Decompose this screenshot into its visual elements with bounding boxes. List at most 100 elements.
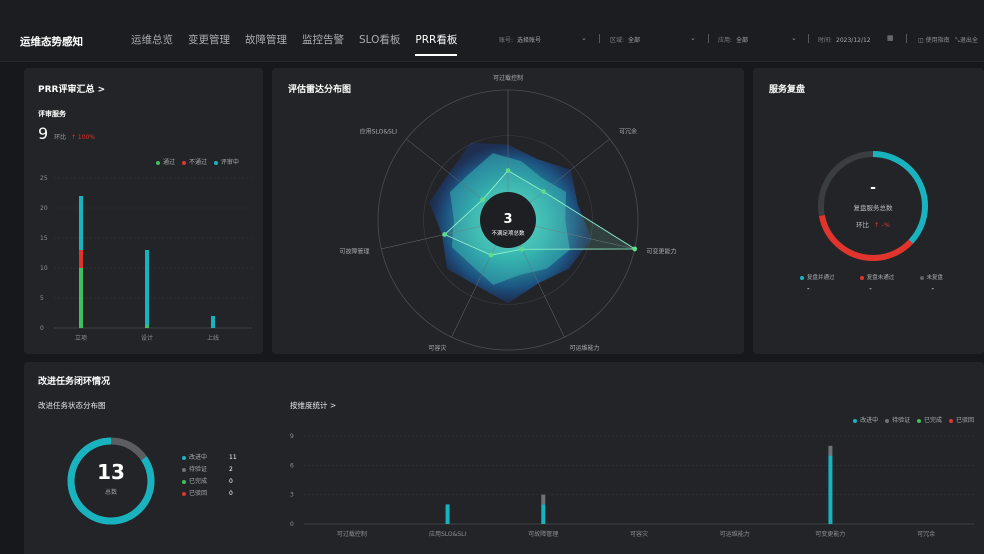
app-filter[interactable]: 应用: 全部 — [718, 35, 748, 44]
bar-segment — [828, 455, 833, 524]
x-tick-label: 上线 — [207, 334, 219, 342]
legend-item: 已驳回 — [948, 417, 974, 424]
y-tick-label: 0 — [290, 521, 294, 528]
prr-summary-title[interactable]: PRR评审汇总 > — [38, 82, 105, 95]
status-item: 待验证 2 — [182, 464, 237, 476]
x-tick-label: 可容灾 — [630, 530, 648, 538]
radar-center-value: 3 — [503, 212, 513, 227]
prr-ratio: 环比 ↑ 100% — [54, 134, 96, 141]
review-legend: 复盘并通过 复盘未通过 未复盘 — [800, 273, 960, 281]
chevron-down-icon[interactable]: ⌄ — [690, 34, 696, 42]
tasks-panel: 改进任务闭环情况 改进任务状态分布图 13 总数 改进中 11 待验证 2 已完成 0… — [24, 362, 984, 554]
x-tick-label: 立项 — [75, 334, 87, 342]
chevron-down-icon[interactable]: ⌄ — [791, 34, 797, 42]
calendar-icon[interactable]: ▦ — [887, 34, 894, 42]
guide-link[interactable]: ◫ 使用指南 — [918, 35, 950, 44]
review-label: 复盘服务总数 — [853, 204, 893, 212]
account-filter[interactable]: 账号: 选择账号 — [499, 35, 541, 44]
tasks-status-list: 改进中 11 待验证 2 已完成 0 已驳回 0 — [182, 452, 237, 500]
tasks-title: 改进任务闭环情况 — [38, 377, 111, 387]
tasks-total-label: 总数 — [104, 489, 117, 496]
y-tick-label: 9 — [290, 433, 294, 440]
review-value: - — [870, 180, 876, 196]
legend-item: 通过 — [156, 159, 175, 166]
radar-axis-label: 应用SLO&SLI — [360, 127, 397, 135]
bar-segment — [145, 250, 149, 325]
legend-item: 未复盘 — [919, 273, 960, 281]
radar-point — [505, 168, 511, 173]
radar-panel: 评估雷达分布图 可过载控制 可冗余 可变更能力 可运维能力 可容灾 可故障管理 应用SLO&… — [272, 68, 744, 354]
x-tick-label: 可故障管理 — [528, 530, 558, 538]
radar-axis-label: 可运维能力 — [570, 344, 600, 352]
review-title: 服务复盘 — [769, 85, 806, 95]
radar-axis-label: 可冗余 — [619, 127, 637, 135]
y-tick-label: 25 — [40, 175, 48, 182]
time-filter[interactable]: 时间: 2023/12/12 — [818, 35, 871, 44]
legend-item: 改进中 — [853, 417, 878, 424]
tasks-dim-title[interactable]: 按维度统计 > — [290, 400, 336, 411]
radar-point — [488, 252, 494, 258]
x-tick-label: 可变更能力 — [815, 530, 845, 538]
y-tick-label: 5 — [40, 295, 44, 302]
bar-segment — [79, 196, 83, 250]
status-item: 改进中 11 — [182, 452, 237, 464]
bar-segment — [541, 504, 546, 524]
legend-item: 已完成 — [917, 417, 942, 424]
bar-segment — [445, 504, 450, 524]
y-tick-label: 15 — [40, 235, 48, 242]
book-icon: ◫ — [918, 37, 926, 44]
status-item: 已驳回 0 — [182, 488, 237, 500]
x-tick-label: 可冗余 — [917, 530, 935, 538]
radar-axis-label: 可过载控制 — [493, 74, 523, 82]
bar-segment — [79, 250, 83, 268]
legend-item: 待验证 — [885, 417, 910, 424]
y-tick-label: 6 — [290, 462, 294, 469]
prr-legend: 通过 不通过 评审中 — [156, 157, 239, 166]
chevron-down-icon[interactable]: ⌄ — [581, 34, 587, 42]
radar-point — [541, 189, 546, 195]
y-tick-label: 10 — [40, 265, 48, 272]
radar-axis-label: 可容灾 — [428, 344, 446, 352]
radar-chart: 可过载控制可冗余可变更能力可运维能力 可容灾 可故障管理 应用SLO&SLI — [340, 74, 677, 352]
top-bar: 运维态势感知 运维总览 变更管理 故障管理 监控告警 SLO看板 PRR看板 账… — [0, 0, 984, 62]
dim-legend: 改进中 待验证 已完成 已驳回 — [853, 415, 974, 424]
divider — [708, 34, 709, 43]
tasks-dist-title: 改进任务状态分布图 — [38, 401, 106, 410]
bar-segment — [541, 494, 546, 505]
radar-point — [632, 246, 638, 252]
y-tick-label: 20 — [40, 205, 48, 212]
status-item: 已完成 0 — [182, 476, 237, 488]
divider — [808, 34, 809, 43]
prr-summary-panel: PRR评审汇总 > 评审服务 9 环比 ↑ 100% 通过 不通过 评审中 0 5… — [24, 68, 263, 354]
divider — [906, 34, 907, 43]
review-legend-values: - - - — [807, 285, 934, 293]
legend-item: 评审中 — [213, 159, 239, 166]
bar-segment — [145, 325, 149, 328]
legend-item: 复盘并通过 — [800, 273, 858, 281]
prr-bar-chart: 0 5 10 15 20 25 立项 设计 上线 — [40, 175, 252, 342]
review-ratio: 环比 ↑ -% — [855, 221, 891, 229]
radar-axis-label: 可变更能力 — [646, 248, 676, 256]
tasks-total: 13 — [97, 460, 125, 484]
legend-item: 复盘未通过 — [859, 273, 918, 281]
bar-segment — [828, 445, 833, 456]
service-review-panel: 服务复盘 - 复盘服务总数 环比 ↑ -% 复盘并通过 复盘未通过 未复盘 - … — [753, 68, 984, 354]
x-tick-label: 设计 — [141, 334, 153, 342]
prr-subtitle: 评审服务 — [38, 110, 66, 118]
bar-segment — [211, 316, 215, 328]
region-filter[interactable]: 区域: 全部 — [610, 35, 640, 44]
x-tick-label: 可运维能力 — [720, 530, 750, 538]
prr-count: 9 — [38, 124, 49, 143]
radar-point — [442, 232, 448, 237]
divider — [599, 34, 600, 43]
legend-item: 不通过 — [181, 159, 207, 166]
y-tick-label: 3 — [290, 492, 294, 499]
x-tick-label: 可过载控制 — [337, 530, 367, 538]
filter-bar: 账号: 选择账号 ⌄ 区域: 全部 ⌄ 应用: 全部 ⌄ 时间: 2023/12/12 … — [0, 34, 984, 47]
radar-center-label: 不满足项总数 — [491, 231, 525, 237]
dimension-bar-chart: 0 3 6 9 可过载控制 应用SLO&SLI 可故障管理 可容灾 可运维能力 可变更能力 可冗余 — [290, 433, 974, 538]
bar-segment — [79, 268, 83, 328]
exit-fullscreen-link[interactable]: ⤡退出全 — [955, 35, 978, 45]
x-tick-label: 应用SLO&SLI — [429, 530, 466, 538]
radar-axis-label: 可故障管理 — [340, 248, 370, 256]
